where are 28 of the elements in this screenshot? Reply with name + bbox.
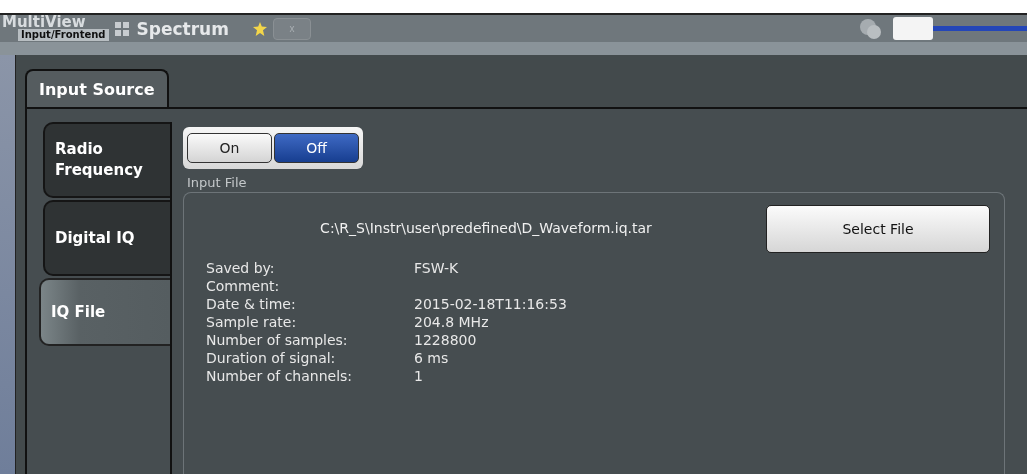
detail-label: Duration of signal: <box>206 351 337 366</box>
detail-value: 204.8 MHz <box>414 315 490 330</box>
grid-icon[interactable] <box>114 21 129 36</box>
select-file-button[interactable]: Select File <box>766 205 990 253</box>
detail-value: 1228800 <box>414 333 478 348</box>
detail-value: 6 ms <box>414 351 450 366</box>
channel-tab[interactable]: Spectrum <box>136 18 229 39</box>
circles-icon[interactable] <box>859 17 883 40</box>
detail-label: Date & time: <box>206 297 297 312</box>
detail-value: 1 <box>414 369 424 384</box>
group-label: Input File <box>187 175 247 190</box>
detail-label: Saved by: <box>206 261 276 276</box>
slider-handle[interactable] <box>893 17 933 40</box>
detail-label: Number of channels: <box>206 369 354 384</box>
side-tab[interactable]: Digital IQ <box>43 200 170 276</box>
star-icon <box>252 21 267 36</box>
detail-label: Comment: <box>206 279 281 294</box>
detail-label: Number of samples: <box>206 333 349 348</box>
channel-label: Input/Frontend <box>18 29 109 41</box>
file-path: C:\R_S\Instr\user\predefined\D_Waveform.iq.tar <box>319 220 653 236</box>
toggle-option[interactable]: On <box>187 133 272 163</box>
toggle-option[interactable]: Off <box>274 133 359 163</box>
side-tab[interactable]: Radio Frequency <box>43 122 170 198</box>
dialog-tab[interactable]: Input Source <box>25 69 169 108</box>
detail-value: FSW-K <box>414 261 460 276</box>
detail-label: Sample rate: <box>206 315 298 330</box>
detail-value: 2015-02-18T11:16:53 <box>414 297 568 312</box>
side-tab[interactable]: IQ File <box>39 278 170 346</box>
